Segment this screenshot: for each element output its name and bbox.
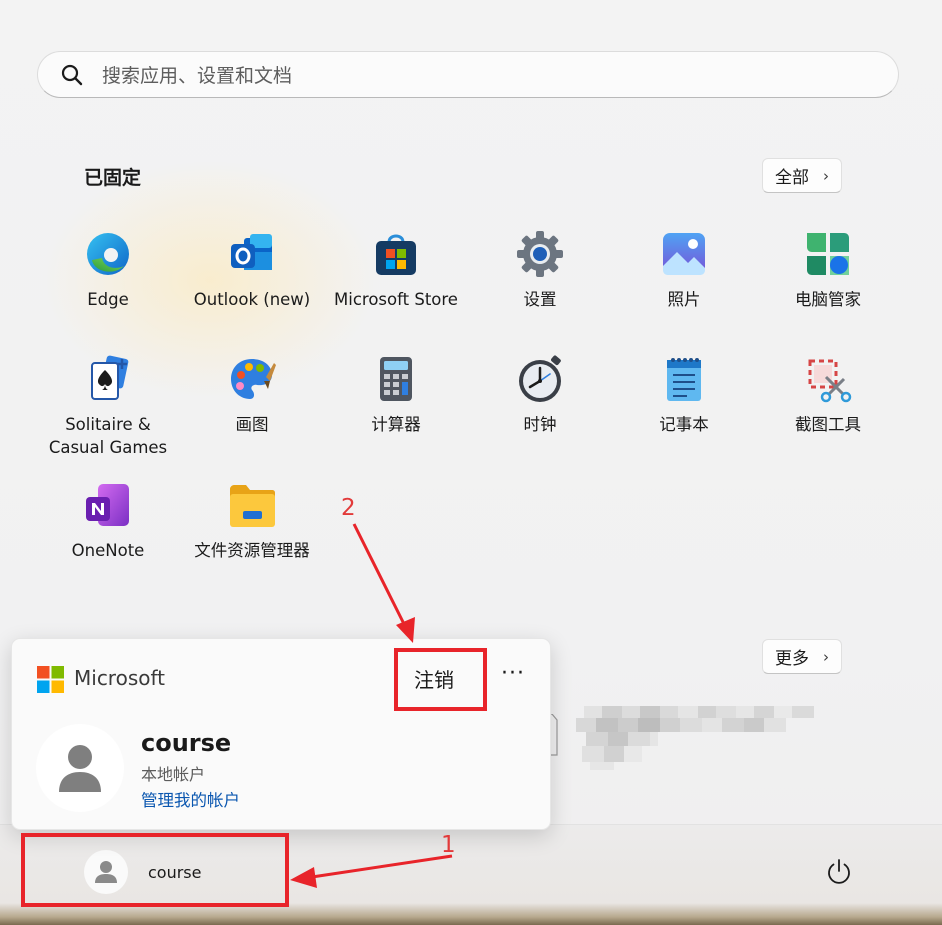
- app-label: 记事本: [659, 415, 709, 434]
- recommended-item-blurred[interactable]: [576, 704, 816, 770]
- pinned-app-onenote[interactable]: OneNote: [36, 476, 180, 602]
- app-label: 画图: [235, 415, 269, 434]
- account-user-name: course: [141, 729, 232, 757]
- user-icon: [59, 745, 101, 792]
- all-apps-label: 全部: [775, 168, 809, 188]
- app-label: 截图工具: [795, 415, 861, 434]
- app-label: 时钟: [523, 415, 557, 434]
- photos-icon: [660, 230, 708, 278]
- app-label: Solitaire & Casual Games: [48, 415, 168, 457]
- app-label: 文件资源管理器: [194, 541, 310, 560]
- app-label: OneNote: [71, 541, 145, 560]
- clock-icon: [516, 355, 564, 403]
- more-options-button[interactable]: ···: [501, 661, 525, 686]
- pinned-title: 已固定: [84, 167, 142, 189]
- search-placeholder: 搜索应用、设置和文档: [102, 65, 293, 87]
- pinned-app-calculator[interactable]: 计算器: [324, 350, 468, 476]
- pinned-app-settings[interactable]: 设置: [468, 225, 612, 351]
- pinned-app-edge[interactable]: Edge: [36, 225, 180, 351]
- app-label: Outlook (new): [193, 290, 311, 309]
- annotation-label-1: 1: [441, 832, 456, 858]
- cards-icon: [84, 355, 132, 403]
- chevron-right-icon: ›: [823, 647, 829, 666]
- pinned-app-paint[interactable]: 画图: [180, 350, 324, 476]
- pinned-app-clock[interactable]: 时钟: [468, 350, 612, 476]
- app-label: 照片: [667, 290, 701, 309]
- gear-icon: [516, 230, 564, 278]
- store-icon: [372, 230, 420, 278]
- onenote-icon: [84, 481, 132, 529]
- pinned-app-microsoft-store[interactable]: Microsoft Store: [324, 225, 468, 351]
- manage-account-link[interactable]: 管理我的帐户: [141, 787, 240, 811]
- annotation-box-user: [21, 833, 289, 907]
- pinned-app-solitaire[interactable]: Solitaire & Casual Games: [36, 350, 180, 476]
- notepad-icon: [660, 355, 708, 403]
- pinned-app-outlook[interactable]: Outlook (new): [180, 225, 324, 351]
- pinned-app-notepad[interactable]: 记事本: [612, 350, 756, 476]
- search-icon: [61, 64, 83, 85]
- microsoft-brand-label: Microsoft: [74, 666, 166, 690]
- account-type: 本地帐户: [141, 765, 206, 784]
- app-label: Edge: [87, 290, 129, 309]
- pinned-app-pc-manager[interactable]: 电脑管家: [756, 225, 900, 351]
- annotation-arrow-2: [352, 523, 415, 643]
- app-label: Microsoft Store: [334, 290, 458, 309]
- power-icon[interactable]: [824, 856, 854, 886]
- edge-icon: [84, 230, 132, 278]
- palette-icon: [228, 355, 276, 403]
- app-label: 计算器: [371, 415, 421, 434]
- annotation-box-sign-out: [394, 648, 487, 711]
- pinned-app-photos[interactable]: 照片: [612, 225, 756, 351]
- more-recommended-button[interactable]: 更多 ›: [762, 639, 842, 674]
- annotation-label-2: 2: [341, 495, 356, 521]
- pc-manager-icon: [804, 230, 852, 278]
- account-avatar: [36, 724, 124, 812]
- app-label: 设置: [523, 290, 557, 309]
- chevron-right-icon: ›: [823, 166, 829, 185]
- outlook-icon: [228, 230, 276, 278]
- calculator-icon: [372, 355, 420, 403]
- folder-icon: [228, 481, 276, 529]
- microsoft-logo-icon: [37, 666, 64, 693]
- more-recommended-label: 更多: [775, 649, 809, 669]
- pinned-app-snipping-tool[interactable]: 截图工具: [756, 350, 900, 476]
- search-box[interactable]: 搜索应用、设置和文档: [37, 51, 899, 98]
- all-apps-button[interactable]: 全部 ›: [762, 158, 842, 193]
- app-label: 电脑管家: [795, 290, 861, 309]
- scissors-icon: [804, 355, 852, 403]
- pinned-app-file-explorer[interactable]: 文件资源管理器: [180, 476, 324, 602]
- start-menu: 搜索应用、设置和文档 已固定 全部 › Edge Outlook (new) M…: [0, 0, 942, 925]
